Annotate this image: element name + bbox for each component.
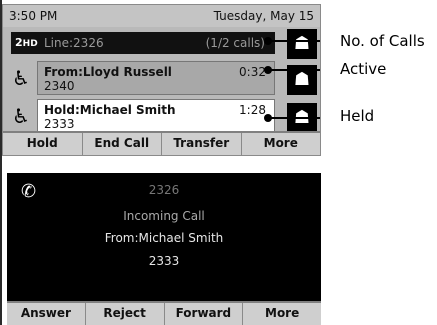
hd-icon: 2HD — [15, 36, 38, 49]
held-call-name: Hold:Michael Smith — [44, 103, 176, 117]
time-display: 3:50 PM — [9, 9, 58, 23]
more-softkey[interactable]: More — [242, 133, 321, 155]
incoming-from: From:Michael Smith — [104, 231, 224, 245]
held-call-duration: 1:28 — [239, 103, 266, 117]
calls-count: (1/2 calls) — [205, 36, 265, 50]
softkey-bar: Answer Reject Forward More — [7, 301, 321, 325]
hold-softkey[interactable]: Hold — [3, 133, 83, 155]
annotation-active: Active — [340, 60, 387, 78]
transfer-softkey[interactable]: Transfer — [162, 133, 242, 155]
end-call-softkey[interactable]: End Call — [83, 133, 162, 155]
annotation-line — [270, 117, 320, 119]
line-label: Line:2326 — [44, 36, 104, 50]
active-call-name: From:Lloyd Russell — [44, 65, 172, 79]
incoming-call-screen: ✆ 2326 Incoming Call From:Michael Smith … — [7, 173, 321, 325]
annotation-line — [270, 40, 320, 42]
incoming-title: Incoming Call — [123, 209, 205, 223]
date-display: Tuesday, May 15 — [213, 9, 314, 23]
line-number: 2326 — [148, 183, 180, 197]
reject-softkey[interactable]: Reject — [86, 303, 165, 325]
annotation-line — [270, 69, 320, 71]
softkey-bar: Hold End Call Transfer More — [3, 131, 320, 155]
held-call-row[interactable]: Hold:Michael Smith 2333 1:28 — [37, 99, 275, 133]
held-call-number: 2333 — [44, 117, 75, 131]
phone-call-screen: 3:50 PM Tuesday, May 15 2HD Line:2326 (1… — [2, 4, 321, 156]
annotation-calls: No. of Calls — [340, 32, 425, 50]
contact-icon[interactable]: ☗ — [287, 29, 317, 59]
active-call-row[interactable]: From:Lloyd Russell 2340 0:32 — [37, 61, 275, 95]
active-call-icon: ♿ — [12, 66, 30, 90]
more-softkey[interactable]: More — [243, 303, 321, 325]
forward-softkey[interactable]: Forward — [165, 303, 244, 325]
active-call-number: 2340 — [44, 79, 75, 93]
active-call-duration: 0:32 — [239, 65, 266, 79]
line-header: 2HD Line:2326 (1/2 calls) — [11, 32, 275, 54]
answer-softkey[interactable]: Answer — [7, 303, 86, 325]
incoming-number: 2333 — [148, 254, 180, 268]
status-bar: 3:50 PM Tuesday, May 15 — [3, 5, 320, 27]
annotation-held: Held — [340, 107, 375, 125]
held-call-icon: ♿ — [12, 104, 30, 128]
